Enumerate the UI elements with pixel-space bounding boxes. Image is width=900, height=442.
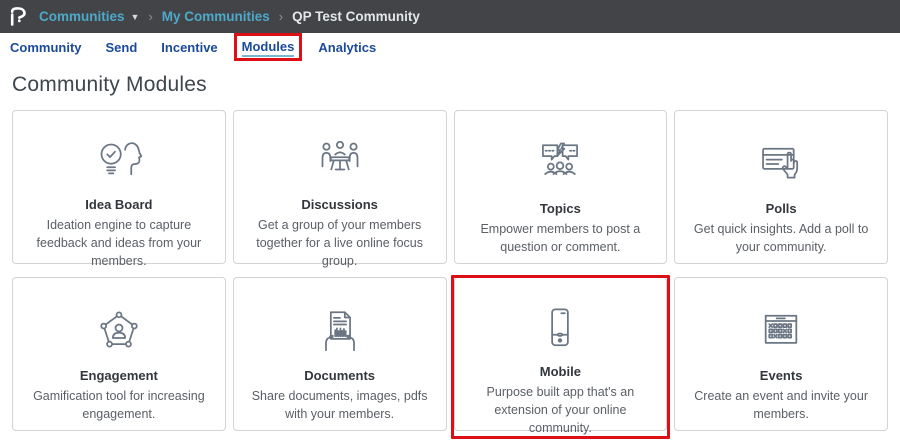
- module-title: Mobile: [540, 364, 581, 379]
- module-description: Share documents, images, pdfs with your …: [234, 388, 446, 424]
- documents-icon: [312, 302, 368, 360]
- module-card-mobile[interactable]: Mobile Purpose built app that's an exten…: [454, 277, 668, 431]
- chevron-down-icon: ▼: [131, 13, 140, 22]
- module-title: Events: [760, 368, 803, 383]
- mobile-icon: [532, 302, 588, 356]
- discussions-icon: [312, 135, 368, 189]
- module-card-idea-board[interactable]: Idea Board Ideation engine to capture fe…: [12, 110, 226, 264]
- idea-board-icon: [91, 135, 147, 189]
- community-tab-bar: Community Send Incentive Modules Analyti…: [0, 33, 900, 62]
- module-description: Gamification tool for increasing engagem…: [13, 388, 225, 424]
- communities-dropdown[interactable]: Communities ▼: [39, 9, 139, 24]
- module-description: Get a group of your members together for…: [234, 217, 446, 270]
- module-card-engagement[interactable]: Engagement Gamification tool for increas…: [12, 277, 226, 431]
- module-description: Empower members to post a question or co…: [455, 221, 667, 257]
- module-title: Discussions: [301, 197, 378, 212]
- module-title: Topics: [540, 201, 581, 216]
- tab-incentive[interactable]: Incentive: [161, 40, 217, 55]
- breadcrumb-separator: ›: [148, 9, 152, 24]
- module-title: Idea Board: [85, 197, 152, 212]
- module-card-discussions[interactable]: Discussions Get a group of your members …: [233, 110, 447, 264]
- module-card-documents[interactable]: Documents Share documents, images, pdfs …: [233, 277, 447, 431]
- tab-modules[interactable]: Modules: [242, 39, 295, 57]
- module-title: Documents: [304, 368, 375, 383]
- tab-send[interactable]: Send: [106, 40, 138, 55]
- module-title: Engagement: [80, 368, 158, 383]
- module-grid: Idea Board Ideation engine to capture fe…: [0, 110, 900, 431]
- page-title: Community Modules: [12, 73, 900, 97]
- breadcrumb-separator: ›: [279, 9, 283, 24]
- engagement-icon: [91, 302, 147, 360]
- module-description: Get quick insights. Add a poll to your c…: [675, 221, 887, 257]
- breadcrumb-my-communities[interactable]: My Communities: [162, 9, 270, 24]
- module-description: Ideation engine to capture feedback and …: [13, 217, 225, 270]
- polls-icon: [753, 135, 809, 193]
- communities-dropdown-label: Communities: [39, 9, 125, 24]
- tab-community[interactable]: Community: [10, 40, 82, 55]
- topics-icon: [532, 135, 588, 193]
- tab-analytics[interactable]: Analytics: [318, 40, 376, 55]
- breadcrumb-current-community: QP Test Community: [292, 9, 420, 24]
- events-icon: [753, 302, 809, 360]
- module-card-events[interactable]: Events Create an event and invite your m…: [674, 277, 888, 431]
- module-description: Purpose built app that's an extension of…: [455, 384, 667, 437]
- module-title: Polls: [766, 201, 797, 216]
- top-navigation-bar: Communities ▼ › My Communities › QP Test…: [0, 0, 900, 33]
- questionpro-logo[interactable]: [10, 7, 27, 26]
- module-card-polls[interactable]: Polls Get quick insights. Add a poll to …: [674, 110, 888, 264]
- module-card-topics[interactable]: Topics Empower members to post a questio…: [454, 110, 668, 264]
- module-description: Create an event and invite your members.: [675, 388, 887, 424]
